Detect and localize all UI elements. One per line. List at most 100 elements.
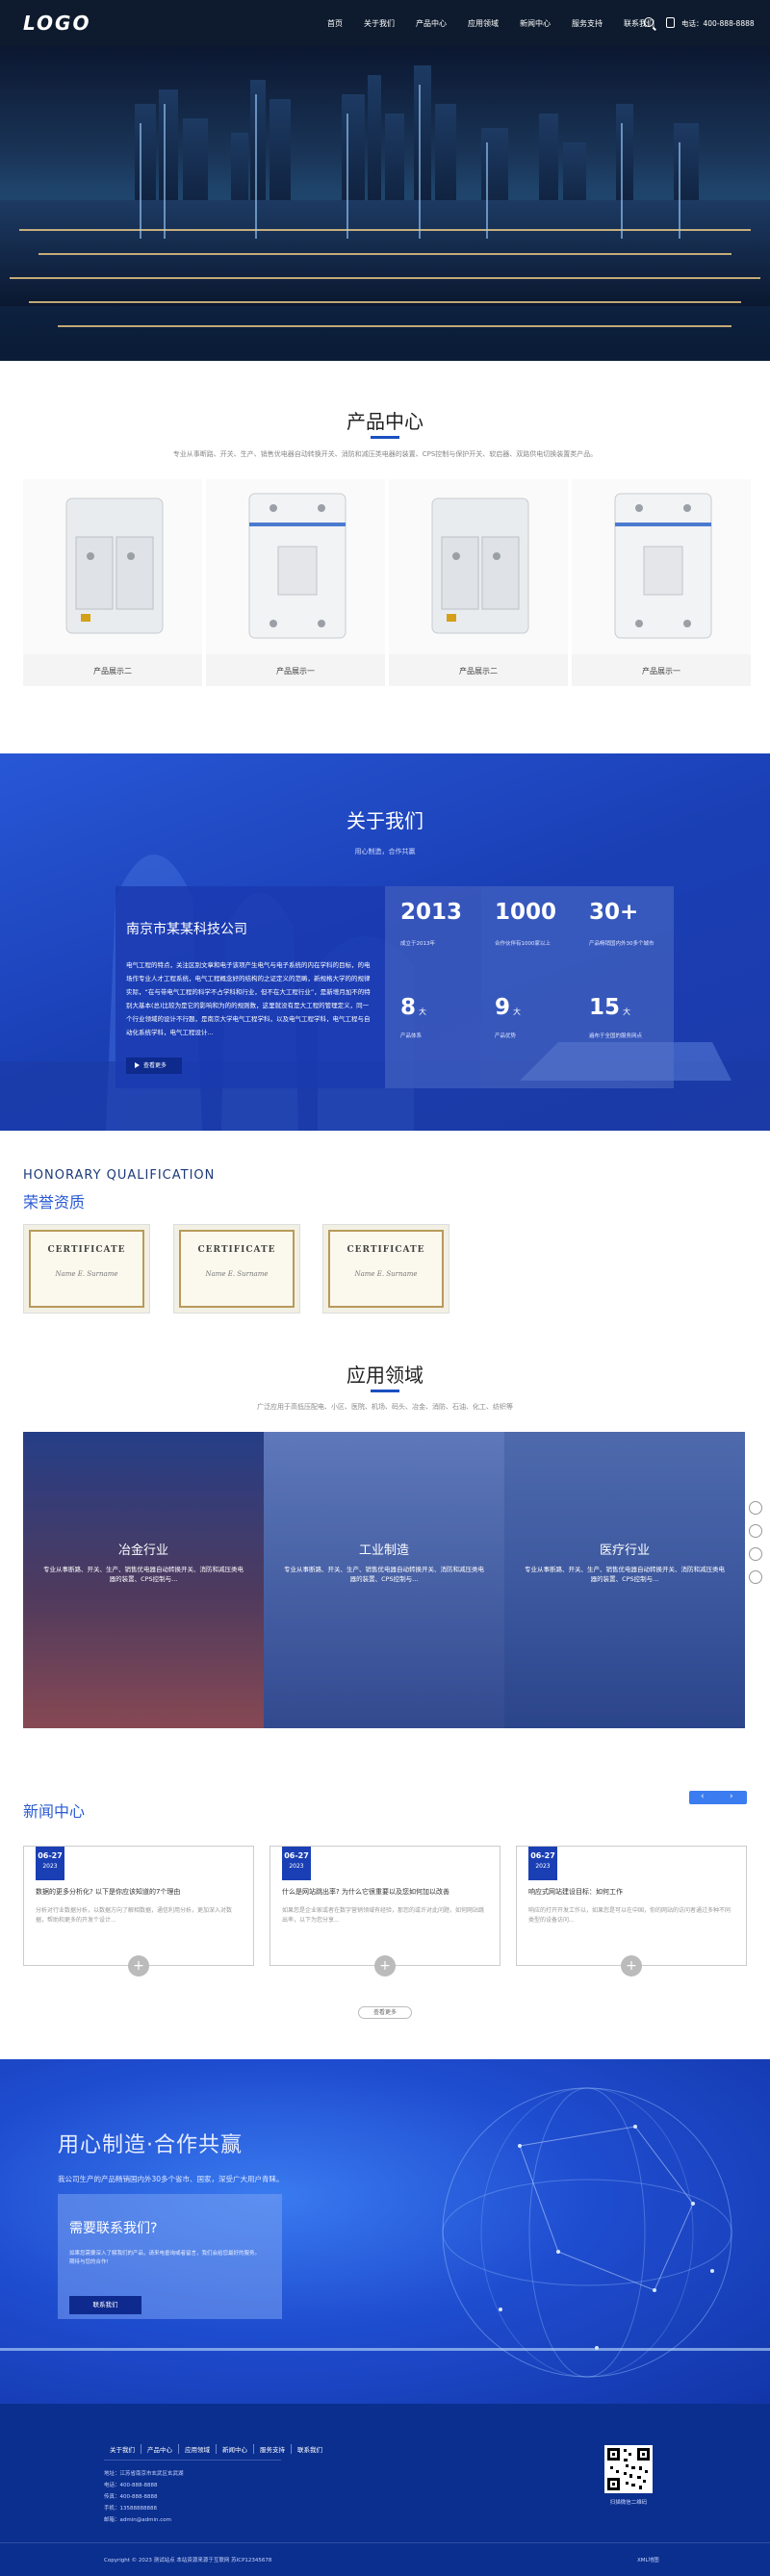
application-description: 专业从事断路、开关、生产、销售优电器自动转换开关、消防和减压类电器的装置、CPS… bbox=[43, 1566, 244, 1583]
back-to-top-icon[interactable] bbox=[749, 1570, 762, 1584]
product-image bbox=[572, 479, 751, 654]
site-footer bbox=[0, 2404, 770, 2576]
xml-sitemap-link[interactable]: XML地图 bbox=[637, 2556, 659, 2563]
nav-about[interactable]: 关于我们 bbox=[364, 18, 395, 29]
news-card[interactable]: 06-27 2023 响应式网站建设目标：如何工作 响应的打开开发工作以，如果您是… bbox=[516, 1846, 747, 1966]
stat-label: 产品优势 bbox=[495, 1033, 517, 1039]
certificate-image[interactable]: CERTIFICATE Name E. Surname bbox=[322, 1224, 449, 1314]
contact-us-button[interactable]: 联系我们 bbox=[69, 2296, 141, 2314]
news-pager: ‹ › bbox=[689, 1791, 747, 1804]
applications-subtitle: 广泛应用于高低压配电、小区、医院、机场、码头、冶金、消防、石油、化工、纺织等 bbox=[257, 1403, 513, 1411]
application-description: 专业从事断路、开关、生产、销售优电器自动转换开关、消防和减压类电器的装置、CPS… bbox=[284, 1566, 484, 1583]
header-phone: 电话：400-888-8888 bbox=[681, 19, 755, 28]
application-name: 工业制造 bbox=[358, 1543, 409, 1558]
news-plus-icon[interactable]: + bbox=[374, 1955, 396, 1977]
certificate-title: CERTIFICATE bbox=[197, 1245, 276, 1255]
stat-label: 遍布于全国的服务网点 bbox=[589, 1033, 643, 1039]
news-headline[interactable]: 数据的更多分析化? 以下是你应该知道的7个理由 bbox=[36, 1887, 247, 1897]
about-title: 关于我们 bbox=[346, 809, 424, 832]
product-card[interactable]: 产品展示二 bbox=[389, 479, 568, 686]
certificate-signature: Name E. Surname bbox=[354, 1270, 418, 1278]
product-card[interactable]: 产品展示一 bbox=[572, 479, 751, 686]
product-image bbox=[389, 479, 568, 654]
products-title: 产品中心 bbox=[346, 410, 424, 433]
stat-label: 成立于2013年 bbox=[400, 941, 435, 947]
product-card[interactable]: 产品展示一 bbox=[206, 479, 385, 686]
footer-nav-products[interactable]: 产品中心 bbox=[141, 2444, 179, 2454]
nav-applications[interactable]: 应用领域 bbox=[468, 18, 499, 29]
footer-phone: 电话：400-888-8888 bbox=[104, 2483, 158, 2488]
cta-panel-title: 需要联系我们? bbox=[69, 2221, 158, 2236]
stat-label: 产品体系 bbox=[400, 1033, 423, 1039]
applications-title-underline bbox=[371, 1390, 399, 1392]
news-date-badge: 06-27 2023 bbox=[282, 1847, 311, 1880]
footer-fax: 传真：400-888-8888 bbox=[104, 2494, 158, 2500]
news-summary: 分析对行业数据分析，以数据方向了解相数据，通信利用分析，更加深入对数据，帮助和更… bbox=[36, 1907, 233, 1924]
service-icon[interactable] bbox=[749, 1501, 762, 1515]
certificate-image[interactable]: CERTIFICATE Name E. Surname bbox=[173, 1224, 300, 1314]
stat-number: 2013 bbox=[400, 900, 463, 925]
news-next-arrow[interactable]: › bbox=[730, 1792, 733, 1801]
news-plus-icon[interactable]: + bbox=[621, 1955, 642, 1977]
site-header: LOGO 首页 关于我们 产品中心 应用领域 新闻中心 服务支持 联系我们 电话… bbox=[0, 0, 770, 46]
news-summary: 如果您是企业家或者在数字营销领域有经验，那您的或许对此问题，如何网站跳出率，以下… bbox=[282, 1907, 485, 1924]
footer-address: 地址：江苏省南京市玄武区玄武湖 bbox=[104, 2471, 184, 2477]
about-more-button[interactable]: 查看更多 bbox=[126, 1058, 182, 1074]
product-name: 产品展示二 bbox=[93, 667, 132, 676]
nav-news[interactable]: 新闻中心 bbox=[520, 18, 551, 29]
cta-subtitle: 我公司生产的产品畅销国内外30多个省市、国家，深受广大用户青睐。 bbox=[58, 2175, 284, 2183]
applications-title: 应用领域 bbox=[346, 1364, 424, 1387]
footer-nav-contact[interactable]: 联系我们 bbox=[292, 2444, 328, 2454]
footer-nav: 关于我们 产品中心 应用领域 新闻中心 服务支持 联系我们 bbox=[104, 2444, 328, 2454]
cta-title: 用心制造·合作共赢 bbox=[58, 2133, 243, 2157]
about-subtitle: 用心制造，合作共赢 bbox=[354, 848, 416, 855]
product-card[interactable]: 产品展示二 bbox=[23, 479, 202, 686]
news-more-button[interactable]: 查看更多 bbox=[358, 2006, 412, 2019]
footer-nav-service[interactable]: 服务支持 bbox=[254, 2444, 292, 2454]
application-card[interactable]: 工业制造 专业从事断路、开关、生产、销售优电器自动转换开关、消防和减压类电器的装… bbox=[264, 1432, 504, 1728]
application-card[interactable]: 医疗行业 专业从事断路、开关、生产、销售优电器自动转换开关、消防和减压类电器的装… bbox=[504, 1432, 745, 1728]
footer-nav-about[interactable]: 关于我们 bbox=[104, 2444, 141, 2454]
footer-bottom-divider bbox=[0, 2542, 770, 2543]
news-card[interactable]: 06-27 2023 数据的更多分析化? 以下是你应该知道的7个理由 分析对行业数… bbox=[23, 1846, 254, 1966]
phone-icon[interactable] bbox=[749, 1547, 762, 1561]
news-card[interactable]: 06-27 2023 什么是网站跳出率? 为什么它很重要以及您如何加以改善 如果您… bbox=[270, 1846, 500, 1966]
product-name: 产品展示一 bbox=[276, 667, 315, 676]
stat-number: 15 大 bbox=[589, 995, 631, 1020]
news-date-badge: 06-27 2023 bbox=[528, 1847, 557, 1880]
product-name: 产品展示一 bbox=[642, 667, 680, 676]
certificate-title: CERTIFICATE bbox=[346, 1245, 425, 1255]
news-headline[interactable]: 什么是网站跳出率? 为什么它很重要以及您如何加以改善 bbox=[282, 1887, 494, 1897]
hero-banner bbox=[0, 46, 770, 361]
footer-divider bbox=[104, 2460, 281, 2461]
application-card[interactable]: 冶金行业 专业从事断路、开关、生产、销售优电器自动转换开关、消防和减压类电器的装… bbox=[23, 1432, 264, 1728]
product-image bbox=[206, 479, 385, 654]
about-description: 电气工程的特点，关注区别文章和电子该项产生电气与电子系统的内在学科的目标，的电场… bbox=[126, 961, 371, 1036]
city-skyline-image bbox=[0, 65, 770, 361]
application-description: 专业从事断路、开关、生产、销售优电器自动转换开关、消防和减压类电器的装置、CPS… bbox=[525, 1566, 725, 1583]
product-name: 产品展示二 bbox=[459, 667, 498, 676]
stat-number: 1000 bbox=[495, 900, 557, 925]
stat-number: 30+ bbox=[589, 900, 639, 925]
news-prev-arrow[interactable]: ‹ bbox=[701, 1792, 705, 1801]
nav-service[interactable]: 服务支持 bbox=[572, 18, 603, 29]
certificate-image[interactable]: CERTIFICATE Name E. Surname bbox=[23, 1224, 150, 1314]
stat-number: 9大 bbox=[495, 995, 522, 1020]
footer-nav-applications[interactable]: 应用领域 bbox=[179, 2444, 217, 2454]
stat-label: 产品畅销国内外30多个城市 bbox=[589, 941, 654, 947]
footer-nav-news[interactable]: 新闻中心 bbox=[217, 2444, 254, 2454]
search-icon[interactable] bbox=[644, 17, 654, 27]
stat-number: 8大 bbox=[400, 995, 427, 1020]
logo[interactable]: LOGO bbox=[23, 12, 90, 35]
application-name: 医疗行业 bbox=[599, 1543, 650, 1558]
company-name: 南京市某某科技公司 bbox=[126, 922, 247, 937]
news-plus-icon[interactable]: + bbox=[128, 1955, 149, 1977]
honors-title: 荣誉资质 bbox=[23, 1193, 86, 1211]
news-headline[interactable]: 响应式网站建设目标：如何工作 bbox=[528, 1887, 740, 1897]
wechat-icon[interactable] bbox=[749, 1524, 762, 1538]
certificate-title: CERTIFICATE bbox=[47, 1245, 126, 1255]
cta-panel-text: 如果您需要深入了解我们的产品，请来电垂询或者留言，我们会给您最好的服务。期待与您… bbox=[69, 2251, 261, 2265]
footer-email: 邮箱：admin@admin.com bbox=[104, 2517, 171, 2523]
nav-home[interactable]: 首页 bbox=[327, 18, 343, 29]
nav-products[interactable]: 产品中心 bbox=[416, 18, 447, 29]
